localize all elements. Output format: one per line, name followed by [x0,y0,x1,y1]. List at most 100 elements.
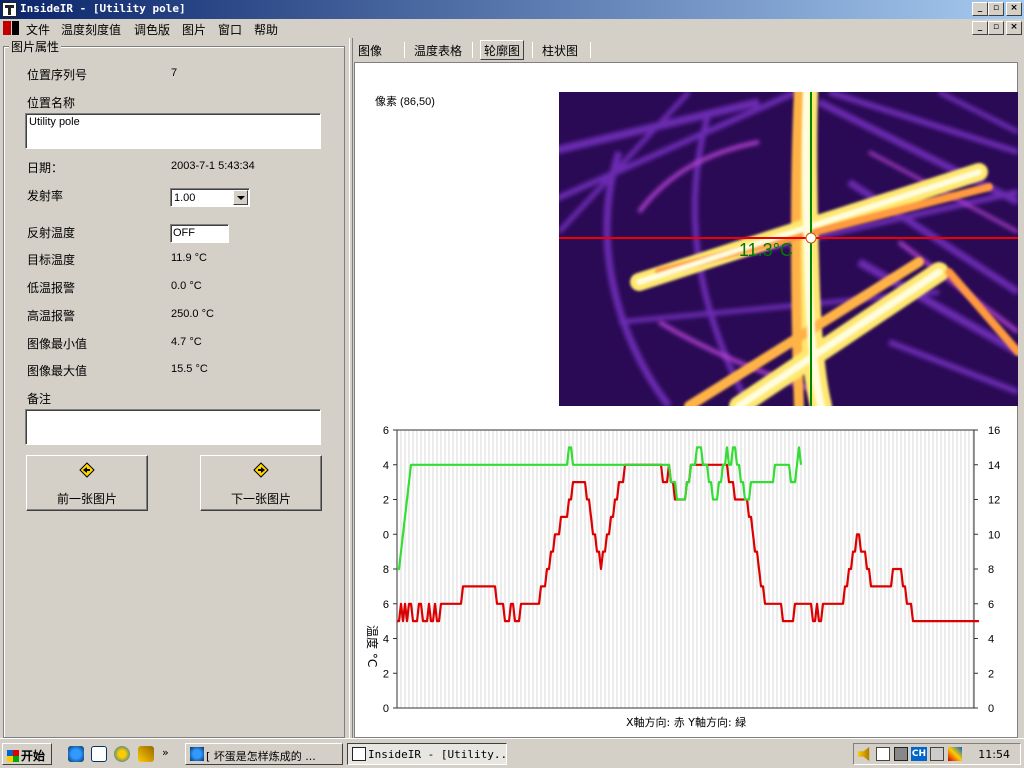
x-profile-series [397,463,979,623]
menu-temperature-scale[interactable]: 温度刻度值 [61,21,121,38]
high-alarm-value: 250.0 °C [171,308,214,320]
paint-icon[interactable] [948,747,962,761]
clock: 11:54 [978,748,1010,761]
pen-icon[interactable] [138,746,154,762]
window-title: InsideIR - [Utility pole] [20,2,186,15]
panel-splitter[interactable] [349,38,353,738]
close-button[interactable]: × [1006,2,1022,16]
left-tick-label: 6 [383,425,389,437]
menu-help[interactable]: 帮助 [254,21,278,38]
taskbar-button-browser[interactable]: [ 坏蛋是怎样炼成的 ... [185,743,343,765]
desktop-icon[interactable] [91,746,107,762]
task-label: [ 坏蛋是怎样炼成的 ... [206,750,316,763]
left-tick-label: 2 [383,668,389,680]
image-min-value: 4.7 °C [171,336,202,348]
system-tray: CH 11:54 [853,743,1021,765]
seq-label: 位置序列号 [27,68,88,82]
menu-image[interactable]: 图片 [182,21,206,38]
minimize-button[interactable]: _ [972,2,988,16]
language-indicator[interactable]: CH [911,747,927,761]
child-restore-button[interactable]: ▫ [988,21,1004,35]
high-alarm-label: 高温报警 [27,309,76,323]
notes-label: 备注 [27,392,52,406]
taskbar-button-insideir[interactable]: InsideIR - [Utility... [347,743,507,765]
date-value: 2003-7-1 5:43:34 [171,160,255,172]
tab-separator [472,42,473,58]
spot-temperature: 11.3°C [739,240,793,260]
crosshair-marker[interactable] [805,232,817,244]
left-tick-label: 0 [383,703,389,715]
low-alarm-value: 0.0 °C [171,280,202,292]
image-max-label: 图像最大值 [27,364,88,378]
media-player-icon[interactable] [114,746,130,762]
chart-series [397,446,979,623]
chart-grid [393,429,978,709]
low-alarm-label: 低温报警 [27,281,76,295]
next-image-button[interactable]: 下一张图片 [200,455,322,511]
taskbar: 开始 » [ 坏蛋是怎样炼成的 ... InsideIR - [Utility.… [0,738,1024,768]
speaker-icon[interactable] [858,747,870,761]
right-tick-label: 8 [988,564,994,576]
left-tick-label: 6 [383,599,389,611]
network-icon[interactable] [876,747,890,761]
keyboard-icon[interactable] [930,747,944,761]
tab-separator [404,42,405,58]
notes-field[interactable] [25,409,321,445]
computer-icon[interactable] [894,747,908,761]
ie-icon [190,747,204,761]
properties-group-title: 图片属性 [9,38,62,55]
previous-image-button[interactable]: 前一张图片 [26,455,148,511]
arrow-right-icon [253,462,269,478]
tab-temperature-table[interactable]: 温度表格 [410,40,466,60]
view-tabs: 图像 温度表格 轮廓图 柱状图 [354,38,1024,60]
app-icon[interactable] [2,2,17,17]
emissivity-label: 发射率 [27,189,64,203]
properties-group [3,46,345,738]
right-tick-label: 10 [988,529,1000,541]
left-axis: 6 4 2 0 8 6 4 2 0 [383,425,389,715]
start-label: 开始 [21,749,46,763]
document-icon[interactable] [3,21,19,35]
left-tick-label: 8 [383,564,389,576]
child-minimize-button[interactable]: _ [972,21,988,35]
right-axis: 16 14 12 10 8 6 4 2 0 [988,425,1000,715]
reflected-temp-field[interactable]: OFF [170,224,229,243]
right-tick-label: 6 [988,599,994,611]
menu-window[interactable]: 窗口 [218,21,242,38]
right-tick-label: 16 [988,425,1000,437]
thermal-image[interactable]: 11.3°C [559,92,1018,406]
child-close-button[interactable]: × [1006,21,1022,35]
previous-image-label: 前一张图片 [56,492,117,506]
menu-file[interactable]: 文件 [26,21,50,38]
ie-icon[interactable] [68,746,84,762]
insideir-icon [352,747,366,761]
right-tick-label: 4 [988,634,994,646]
left-tick-label: 4 [383,634,389,646]
right-tick-label: 14 [988,460,1000,472]
right-tick-label: 2 [988,668,994,680]
reflected-temp-label: 反射温度 [27,226,76,240]
chevron-down-icon[interactable] [233,190,248,205]
restore-button[interactable]: ▫ [988,2,1004,16]
arrow-left-icon [79,462,95,478]
tab-histogram[interactable]: 柱状图 [538,40,582,60]
seq-value: 7 [171,67,178,79]
tab-separator [590,42,591,58]
y-axis-label: 温度 °C [365,625,380,667]
start-button[interactable]: 开始 [2,743,52,765]
x-axis-label: X軸方向: 赤 Y軸方向: 緑 [626,715,746,729]
menu-bar: 文件 温度刻度值 调色版 图片 窗口 帮助 _ ▫ × [0,19,1024,38]
left-tick-label: 4 [383,460,389,472]
tab-profile[interactable]: 轮廓图 [480,40,525,60]
profile-chart: 6 4 2 0 8 6 4 2 0 16 14 12 10 8 6 4 2 0 温度 °C X軸方向: 赤 Y軸… [365,425,1000,729]
menu-palette[interactable]: 调色版 [134,21,170,38]
location-name-field[interactable]: Utility pole [25,113,321,149]
right-tick-label: 0 [988,703,994,715]
quick-launch-expand-icon[interactable]: » [162,746,169,759]
date-label: 日期： [27,161,64,175]
tab-separator [532,42,533,58]
tab-image[interactable]: 图像 [354,40,386,60]
target-temp-label: 目标温度 [27,253,76,267]
image-min-label: 图像最小值 [27,337,88,351]
emissivity-select[interactable]: 1.00 [170,188,250,207]
